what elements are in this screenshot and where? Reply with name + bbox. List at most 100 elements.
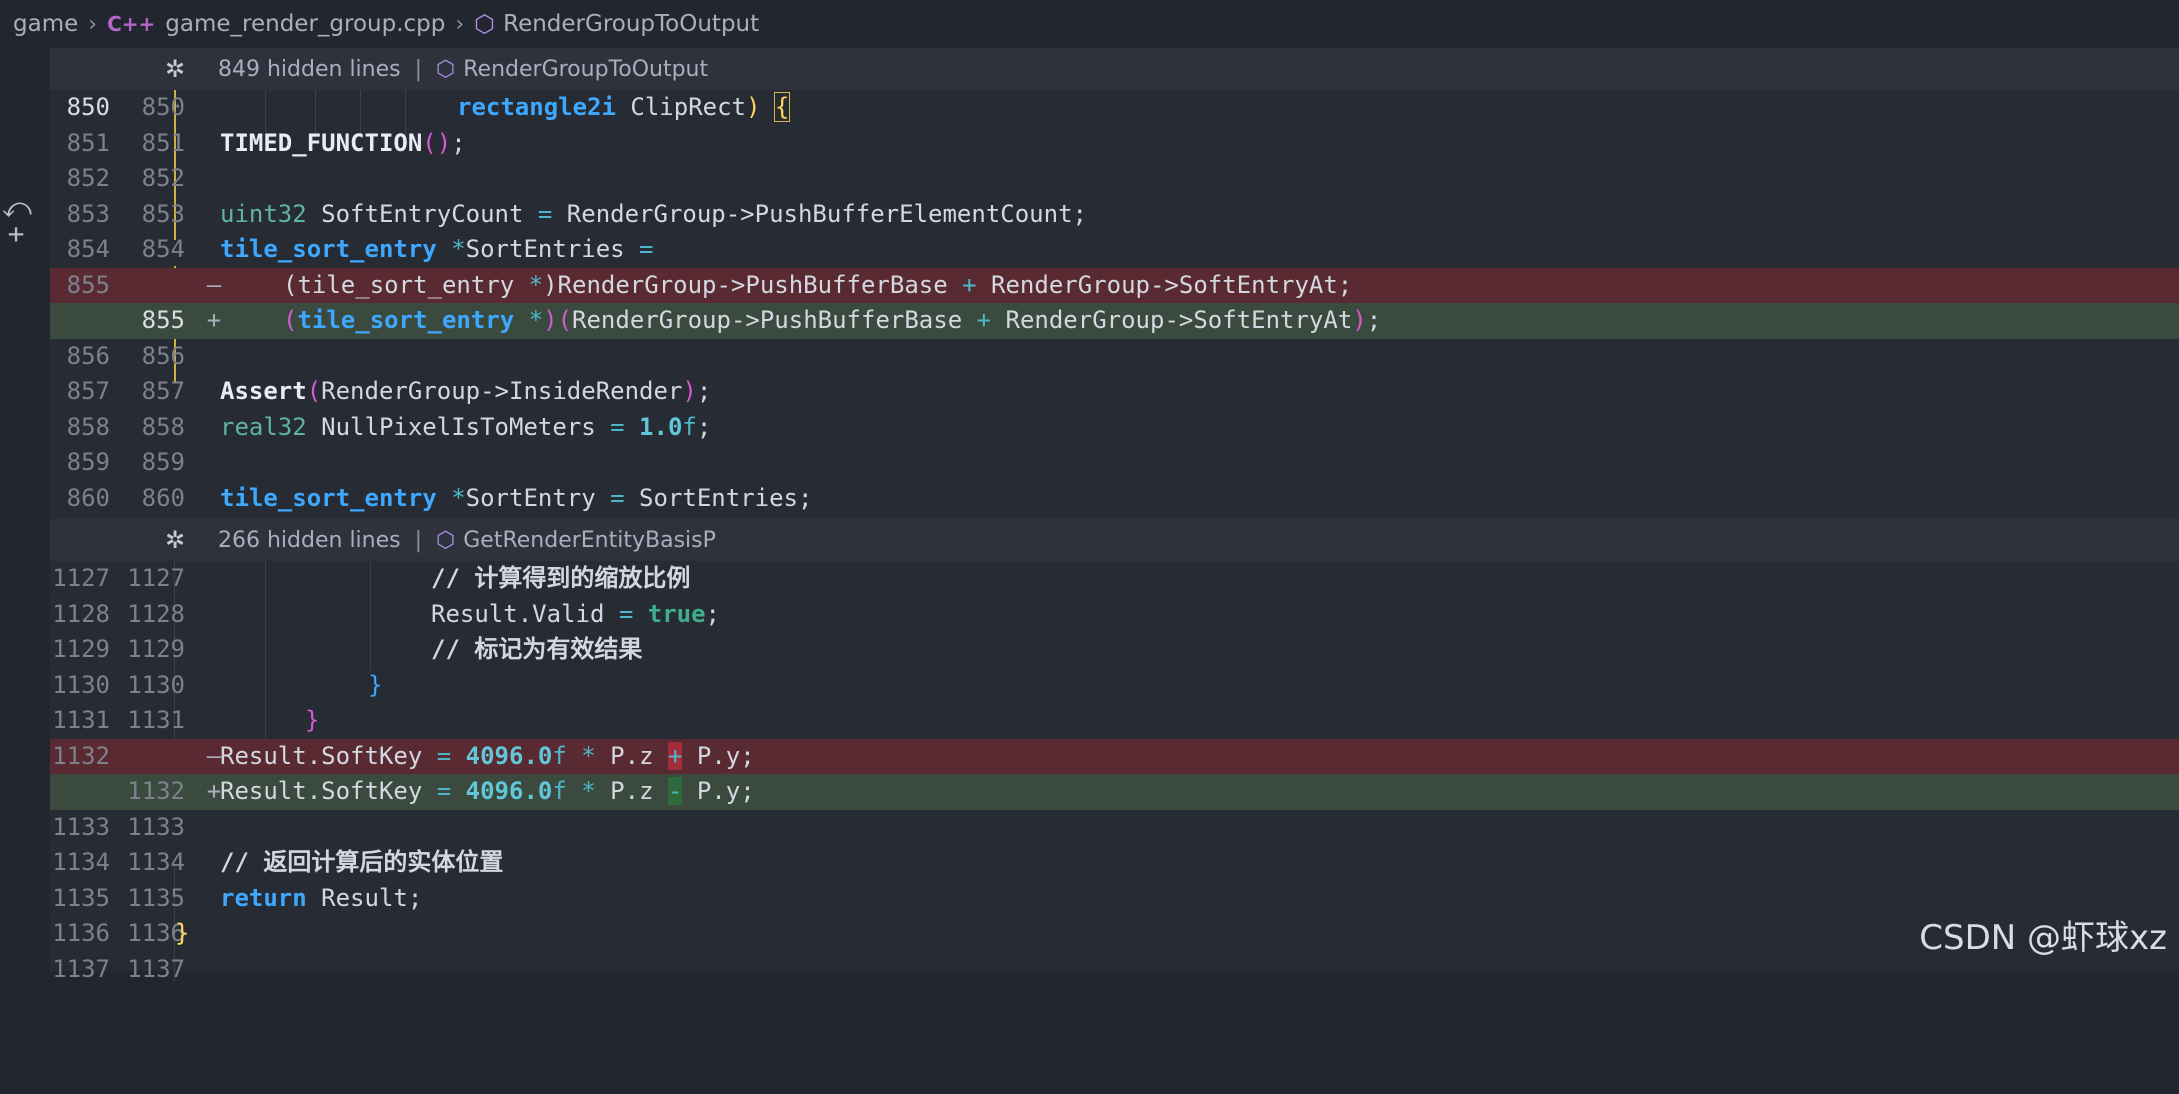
- breadcrumb-folder[interactable]: game: [13, 11, 78, 37]
- line-number-new: 851: [141, 128, 185, 157]
- code-line[interactable]: 850 850 rectangle2i ClipRect) {: [50, 90, 2179, 126]
- code-text: // 返回计算后的实体位置: [220, 848, 504, 876]
- code-text: return Result;: [220, 883, 423, 912]
- line-number-new: 850: [141, 93, 185, 121]
- code-line[interactable]: 856 856: [50, 339, 2179, 375]
- code-line[interactable]: 852 852: [50, 161, 2179, 197]
- separator: |: [414, 527, 423, 553]
- code-text: }: [305, 706, 320, 734]
- unfold-icon[interactable]: ✲: [162, 526, 188, 554]
- hidden-lines-bar[interactable]: ✲ 266 hidden lines | ⬡ GetRenderEntityBa…: [50, 519, 2179, 561]
- line-number-old: 860: [66, 483, 110, 512]
- method-cube-icon: ⬡: [436, 527, 456, 553]
- code-line[interactable]: 858 858 real32 NullPixelIsToMeters = 1.0…: [50, 410, 2179, 446]
- chevron-right-icon: ›: [455, 11, 465, 37]
- breadcrumb: game › C++ game_render_group.cpp › ⬡ Ren…: [0, 0, 2179, 48]
- breadcrumb-symbol[interactable]: RenderGroupToOutput: [503, 11, 759, 37]
- code-line[interactable]: 854 854 tile_sort_entry *SortEntries =: [50, 232, 2179, 268]
- code-text: Result.SoftKey = 4096.0f * P.z + P.y;: [220, 741, 755, 770]
- line-number-old: 856: [66, 341, 110, 370]
- hidden-lines-count: 849 hidden lines: [218, 56, 401, 82]
- deleted-line[interactable]: 1132 — Result.SoftKey = 4096.0f * P.z + …: [50, 738, 2179, 774]
- added-line[interactable]: 855 + (tile_sort_entry *)(RenderGroup->P…: [50, 303, 2179, 339]
- line-number-old: 1131: [52, 706, 110, 734]
- code-line[interactable]: 1137 1137: [50, 952, 2179, 988]
- hidden-lines-symbol: GetRenderEntityBasisP: [463, 527, 716, 553]
- line-number-new: 860: [141, 483, 185, 512]
- code-line[interactable]: 1127 1127 // 计算得到的缩放比例: [50, 561, 2179, 597]
- breadcrumb-file[interactable]: game_render_group.cpp: [165, 11, 445, 37]
- code-line[interactable]: 1131 1131 }: [50, 703, 2179, 739]
- line-number-new: 1127: [127, 564, 185, 592]
- line-number-old: 850: [66, 93, 110, 121]
- plus-icon: +: [206, 306, 222, 334]
- line-number-new: 1135: [127, 883, 185, 912]
- line-number-old: 854: [66, 235, 110, 263]
- code-line[interactable]: 1135 1135 return Result;: [50, 881, 2179, 917]
- line-number-old: 859: [66, 448, 110, 476]
- code-line[interactable]: 860 860 tile_sort_entry *SortEntry = Sor…: [50, 481, 2179, 517]
- line-number-old: 1130: [52, 670, 110, 699]
- line-number-new: 853: [141, 199, 185, 228]
- code-line[interactable]: 851 851 TIMED_FUNCTION();: [50, 126, 2179, 162]
- code-line[interactable]: 1134 1134 // 返回计算后的实体位置: [50, 845, 2179, 881]
- code-text: }: [368, 670, 383, 699]
- code-line[interactable]: 853 853 uint32 SoftEntryCount = RenderGr…: [50, 197, 2179, 233]
- code-line[interactable]: 1128 1128 Result.Valid = true;: [50, 597, 2179, 633]
- unfold-icon[interactable]: ✲: [162, 55, 188, 83]
- line-number-new: 1134: [127, 848, 185, 876]
- chevron-right-icon: ›: [88, 11, 98, 37]
- code-text: TIMED_FUNCTION();: [220, 128, 466, 157]
- code-text: (tile_sort_entry *)RenderGroup->PushBuff…: [283, 270, 1353, 299]
- code-line[interactable]: 857 857 Assert(RenderGroup->InsideRender…: [50, 374, 2179, 410]
- code-text: Result.SoftKey = 4096.0f * P.z - P.y;: [220, 777, 755, 805]
- line-number-new: 1137: [127, 954, 185, 983]
- line-number-new: 859: [141, 448, 185, 476]
- line-number-old: 1132: [52, 741, 110, 770]
- line-number-new: 1130: [127, 670, 185, 699]
- code-line[interactable]: 1136 1136 }: [50, 916, 2179, 952]
- line-number-old: 853: [66, 199, 110, 228]
- hidden-lines-count: 266 hidden lines: [218, 527, 401, 553]
- code-text: tile_sort_entry *SortEntries =: [220, 235, 654, 263]
- line-number-old: 1127: [52, 564, 110, 592]
- line-number-new: 1136: [127, 919, 185, 947]
- plus-icon[interactable]: +: [2, 220, 30, 248]
- code-text: // 计算得到的缩放比例: [431, 564, 691, 592]
- line-number-old: 851: [66, 128, 110, 157]
- line-number-old: 1128: [52, 599, 110, 628]
- hidden-lines-bar[interactable]: ✲ 849 hidden lines | ⬡ RenderGroupToOutp…: [50, 48, 2179, 90]
- line-number-new: 858: [141, 412, 185, 441]
- line-number-old: 1137: [52, 954, 110, 983]
- line-number-old: 1136: [52, 919, 110, 947]
- added-line[interactable]: 1132 + Result.SoftKey = 4096.0f * P.z - …: [50, 774, 2179, 810]
- line-number-new: 856: [141, 341, 185, 370]
- line-number-old: 1133: [52, 812, 110, 841]
- diff-editor[interactable]: ✲ 849 hidden lines | ⬡ RenderGroupToOutp…: [50, 48, 2179, 983]
- line-number-new: 1131: [127, 706, 185, 734]
- line-number-old: 855: [66, 270, 110, 299]
- code-text: uint32 SoftEntryCount = RenderGroup->Pus…: [220, 199, 1087, 228]
- line-number-old: 1135: [52, 883, 110, 912]
- code-text: tile_sort_entry *SortEntry = SortEntries…: [220, 483, 813, 512]
- code-text: Result.Valid = true;: [431, 599, 720, 628]
- deleted-line[interactable]: 855 — (tile_sort_entry *)RenderGroup->Pu…: [50, 267, 2179, 303]
- code-text: Assert(RenderGroup->InsideRender);: [220, 377, 712, 405]
- line-number-new: 1129: [127, 635, 185, 663]
- code-line[interactable]: 1133 1133: [50, 810, 2179, 846]
- minus-icon: —: [206, 270, 222, 299]
- method-cube-icon: ⬡: [436, 56, 456, 82]
- line-number-new: 855: [141, 306, 185, 334]
- cpp-file-icon: C++: [107, 12, 156, 36]
- line-number-new: 852: [141, 164, 185, 192]
- line-number-old: 852: [66, 164, 110, 192]
- code-text: // 标记为有效结果: [431, 635, 643, 663]
- code-line[interactable]: 859 859: [50, 445, 2179, 481]
- code-line[interactable]: 1129 1129 // 标记为有效结果: [50, 632, 2179, 668]
- line-number-new: 1133: [127, 812, 185, 841]
- code-line[interactable]: 1130 1130 }: [50, 668, 2179, 704]
- line-number-old: 857: [66, 377, 110, 405]
- code-text: (tile_sort_entry *)(RenderGroup->PushBuf…: [283, 306, 1382, 334]
- code-text: real32 NullPixelIsToMeters = 1.0f;: [220, 412, 712, 441]
- hidden-lines-symbol: RenderGroupToOutput: [463, 56, 709, 82]
